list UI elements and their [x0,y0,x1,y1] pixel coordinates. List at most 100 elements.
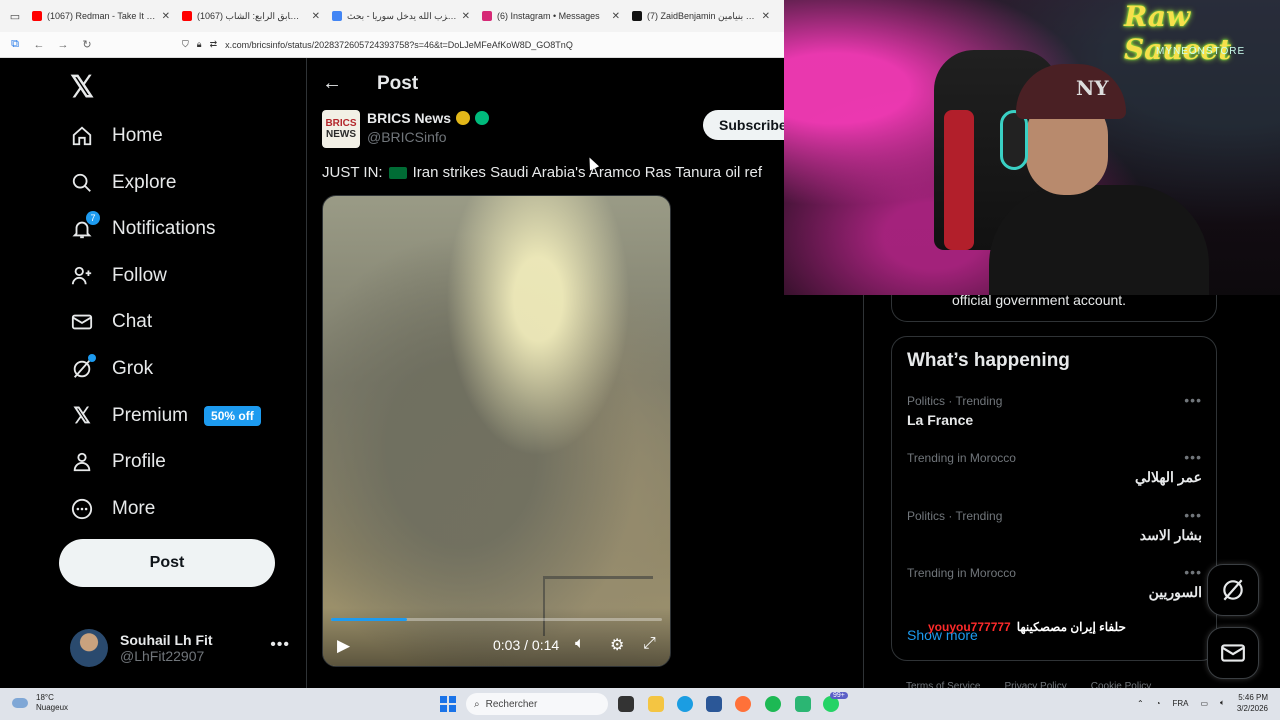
wifi-icon[interactable]: ◔ [1156,699,1161,708]
network-icon[interactable]: ▭ [1200,699,1208,708]
more-dots-icon[interactable]: ••• [1184,392,1202,408]
post-header: ← Post [322,72,418,95]
post-button[interactable]: Post [59,539,275,587]
close-tab-icon[interactable]: ✕ [762,11,770,22]
fullscreen-icon[interactable]: ⤢ [643,635,656,653]
taskbar-search[interactable]: ⌕ Rechercher [466,693,608,715]
nav-item-follow[interactable]: Follow [70,264,167,288]
page-title: Post [377,72,419,94]
windows-start-icon[interactable] [440,696,456,712]
nav-item-more[interactable]: More [70,497,155,521]
bell-icon: 7 [70,211,100,241]
cloud-icon [12,698,28,708]
volume-icon[interactable]: 🔈︎ [1220,698,1225,708]
nav-item-chat[interactable]: Chat [70,310,152,334]
author-name: BRICS News [367,110,452,126]
sidebar-toggle-icon[interactable]: ⧉ [8,38,22,51]
address-bar[interactable]: ⛉ 🔒︎ ⇄ x.com/bricsinfo/status/2028372605… [182,39,573,50]
video-player[interactable]: ▶ 0:03 / 0:14 🔈︎ ⚙ ⤢ [322,195,671,667]
post-text: JUST IN: Iran strikes Saudi Arabia's Ara… [322,164,784,181]
spotify-icon[interactable] [765,696,781,712]
forward-icon[interactable]: → [56,39,70,51]
nav-item-premium[interactable]: 𝕏 Premium 50% off [70,403,261,428]
lang-indicator[interactable]: FRA [1172,699,1188,708]
browser-tab-2[interactable]: (1067) لغز الطابق الرابع: الشاب ✕ [176,4,326,28]
search-icon: ⌕ [474,698,480,710]
reload-icon[interactable]: ↻ [80,38,94,51]
nav-item-home[interactable]: Home [70,124,163,148]
instagram-icon [482,11,492,21]
trend-topic: بشار الاسد [1139,527,1202,543]
left-navigation: 𝕏 Home Explore 7 Notifications Follow Ch… [0,58,307,688]
browser-tab-1[interactable]: (1067) Redman - Take It Person ✕ [26,4,176,28]
nav-item-profile[interactable]: Profile [70,450,166,474]
nav-label: Grok [112,358,154,379]
tab-overview-icon[interactable]: ▭ [4,5,26,27]
browser-tab-3[interactable]: حزب الله يدخل سوريا - بحث Google ✕ [326,4,476,28]
grok-fab-button[interactable] [1207,564,1259,616]
close-tab-icon[interactable]: ✕ [162,11,170,22]
trend-topic: La France [907,412,974,428]
video-progress-fill [331,618,408,621]
browser-tab-bar: ▭ (1067) Redman - Take It Person ✕ (1067… [0,0,784,32]
volume-icon[interactable]: 🔈︎ [575,635,585,653]
nav-label: Explore [112,172,177,193]
nav-item-explore[interactable]: Explore [70,171,176,195]
video-progress-bar[interactable] [331,618,662,621]
nav-label: Profile [112,451,166,472]
task-view-icon[interactable] [618,696,634,712]
store-icon[interactable] [706,696,722,712]
trend-meta: Politics · Trending [907,394,1003,408]
trend-meta: Politics · Trending [907,509,1003,523]
youtube-icon [32,11,42,21]
screen: ▭ (1067) Redman - Take It Person ✕ (1067… [0,0,1280,720]
account-name: Souhail Lh Fit [120,632,213,648]
more-dots-icon[interactable]: ••• [270,636,290,654]
neon-sign-sub: MYNEONSTORE [1156,46,1246,57]
verified-badge-icon [456,111,471,125]
shield-icon: ⛉ [182,39,189,49]
trend-item[interactable]: Politics · Trending بشار الاسد ••• [907,507,1202,544]
more-dots-icon[interactable]: ••• [1184,564,1202,580]
back-arrow-icon[interactable]: ← [322,72,342,95]
account-switcher[interactable]: Souhail Lh Fit @LhFit22907 ••• [70,626,290,670]
trend-item[interactable]: Politics · Trending La France ••• [907,392,1202,428]
author-info[interactable]: BRICS News @BRICSinfo [367,110,490,145]
edge-icon[interactable] [677,696,693,712]
close-tab-icon[interactable]: ✕ [462,11,470,22]
close-tab-icon[interactable]: ✕ [612,11,620,22]
nav-label: Chat [112,311,153,332]
search-placeholder: Rechercher [485,698,538,710]
browser-tab-5[interactable]: (7) ZaidBenjamin زيد بنيامين on ✕ [626,4,776,28]
lock-icon: 🔒︎ [196,39,202,49]
clock-time: 5:46 PM [1238,693,1268,702]
nav-label: More [112,498,156,519]
app-icon[interactable] [795,696,811,712]
chat-username: youyou777777 [928,620,1011,634]
play-icon[interactable]: ▶ [337,636,350,656]
nav-item-notifications[interactable]: 7 Notifications [70,211,216,241]
stream-chat-message: youyou777777 حلفاء إيران مصصكينها [928,620,1126,634]
url-text: x.com/bricsinfo/status/20283726057243937… [225,39,573,50]
gear-icon[interactable]: ⚙ [610,635,624,655]
close-tab-icon[interactable]: ✕ [312,11,320,22]
clock[interactable]: 5:46 PM 3/2/2026 [1237,692,1268,714]
author-avatar[interactable]: BRICS NEWS [322,110,360,148]
streamer-body [989,185,1209,295]
chevron-up-icon[interactable]: ⌃ [1137,699,1144,708]
trend-item[interactable]: Trending in Morocco عمر الهلالي ••• [907,449,1202,486]
x-logo-icon[interactable]: 𝕏 [70,70,94,105]
back-icon[interactable]: ← [32,39,46,51]
firefox-icon[interactable] [735,696,751,712]
more-dots-icon[interactable]: ••• [1184,449,1202,465]
weather-desc: Nuageux [36,703,69,712]
trend-item[interactable]: Trending in Morocco السوريين ••• [907,564,1202,601]
weather-widget[interactable]: 18°C Nuageux [12,693,68,713]
nav-item-grok[interactable]: Grok [70,354,154,381]
more-dots-icon[interactable]: ••• [1184,507,1202,523]
file-explorer-icon[interactable] [648,696,664,712]
browser-tab-4[interactable]: (6) Instagram • Messages ✕ [476,4,626,28]
more-circle-icon [70,497,94,521]
x-logo-icon: 𝕏 [73,403,91,428]
messages-fab-button[interactable] [1207,627,1259,679]
